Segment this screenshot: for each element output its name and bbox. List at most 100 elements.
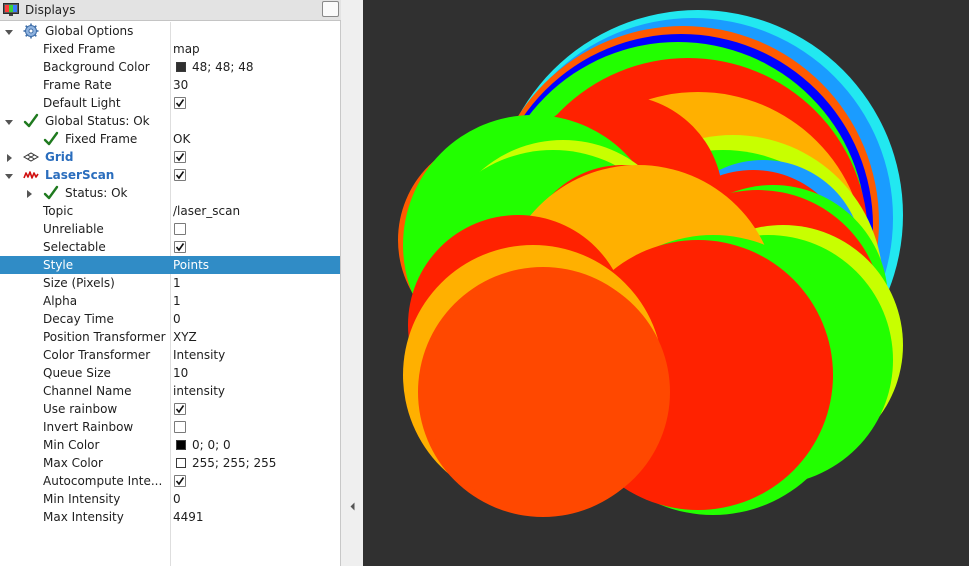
property-checkbox[interactable] [174,403,186,415]
property-row-status-fixed-frame[interactable]: Fixed Frame OK [0,130,340,148]
property-checkbox[interactable] [174,151,186,163]
property-row-queue-size[interactable]: Queue Size 10 [0,364,340,382]
property-row-global-status[interactable]: Global Status: Ok [0,112,340,130]
property-value[interactable]: Points [173,258,209,272]
property-value[interactable]: map [173,42,200,56]
expand-down-icon[interactable] [4,170,14,180]
property-name: Queue Size [43,366,111,380]
property-row-channel-name[interactable]: Channel Name intensity [0,382,340,400]
property-value[interactable]: /laser_scan [173,204,240,218]
color-swatch[interactable] [176,440,186,450]
property-row-style[interactable]: Style Points [0,256,340,274]
laserscan-point-cloud [398,10,903,517]
property-row-laserscan[interactable]: LaserScan [0,166,340,184]
scan-ring [426,270,670,514]
property-checkbox[interactable] [174,223,186,235]
property-value[interactable]: XYZ [173,330,197,344]
checkmark-icon [43,185,59,201]
property-row-color-transformer[interactable]: Color Transformer Intensity [0,346,340,364]
3d-render-view[interactable] [363,0,969,566]
property-checkbox[interactable] [174,421,186,433]
property-value[interactable]: intensity [173,384,225,398]
property-value[interactable]: 255; 255; 255 [192,456,276,470]
property-name: Size (Pixels) [43,276,115,290]
property-name: Status: Ok [65,186,128,200]
property-name: Grid [45,150,74,164]
panel-splitter[interactable] [341,0,363,566]
property-value[interactable]: 48; 48; 48 [192,60,254,74]
property-row-laser-status[interactable]: Status: Ok [0,184,340,202]
property-name: Global Status: Ok [45,114,150,128]
expand-right-icon[interactable] [24,188,34,198]
property-name: Invert Rainbow [43,420,134,434]
property-value[interactable]: 4491 [173,510,204,524]
property-name: Default Light [43,96,121,110]
property-row-selectable[interactable]: Selectable [0,238,340,256]
property-value[interactable]: 10 [173,366,188,380]
property-row-default-light[interactable]: Default Light [0,94,340,112]
property-name: Fixed Frame [43,42,116,56]
property-row-global-options[interactable]: Global Options [0,22,340,40]
panel-titlebar: Displays [0,0,341,21]
color-swatch[interactable] [176,458,186,468]
checkmark-icon [43,131,59,147]
property-row-min-color[interactable]: Min Color 0; 0; 0 [0,436,340,454]
property-value[interactable]: 30 [173,78,188,92]
expand-down-icon[interactable] [4,26,14,36]
property-name: Color Transformer [43,348,151,362]
property-tree: Global Options Fixed Frame map Background C… [0,22,340,526]
property-row-background-color[interactable]: Background Color 48; 48; 48 [0,58,340,76]
property-value[interactable]: 1 [173,276,181,290]
property-name: Global Options [45,24,134,38]
laserscan-icon [23,167,39,183]
property-name: Channel Name [43,384,132,398]
property-row-topic[interactable]: Topic/laser_scan [0,202,340,220]
property-name: Min Intensity [43,492,121,506]
color-swatch[interactable] [176,62,186,72]
property-name: LaserScan [45,168,115,182]
property-name: Max Intensity [43,510,124,524]
expand-right-icon[interactable] [4,152,14,162]
property-name: Style [43,258,74,272]
displays-panel: Displays Global Options Fixed Frame map Bac… [0,0,341,566]
property-value[interactable]: 0 [173,492,181,506]
property-value[interactable]: 0; 0; 0 [192,438,231,452]
expand-down-icon[interactable] [4,116,14,126]
property-name: Alpha [43,294,78,308]
collapse-arrow-icon[interactable] [350,502,355,511]
property-row-grid[interactable]: Grid [0,148,340,166]
property-checkbox[interactable] [174,475,186,487]
property-value[interactable]: 0 [173,312,181,326]
property-name: Selectable [43,240,106,254]
property-value[interactable]: 1 [173,294,181,308]
property-row-invert-rainbow[interactable]: Invert Rainbow [0,418,340,436]
property-name: Min Color [43,438,100,452]
property-row-alpha[interactable]: Alpha 1 [0,292,340,310]
property-checkbox[interactable] [174,169,186,181]
property-name: Autocompute Inte... [43,474,163,488]
property-row-unreliable[interactable]: Unreliable [0,220,340,238]
property-row-frame-rate[interactable]: Frame Rate 30 [0,76,340,94]
grid-icon [22,149,40,165]
property-name: Background Color [43,60,150,74]
property-row-use-rainbow[interactable]: Use rainbow [0,400,340,418]
property-checkbox[interactable] [174,241,186,253]
panel-title: Displays [25,3,76,17]
property-row-min-intensity[interactable]: Min Intensity 0 [0,490,340,508]
property-row-decay-time[interactable]: Decay Time 0 [0,310,340,328]
property-row-max-intensity[interactable]: Max Intensity 4491 [0,508,340,526]
property-row-fixed-frame[interactable]: Fixed Frame map [0,40,340,58]
property-value[interactable]: OK [173,132,190,146]
property-row-size-pixels[interactable]: Size (Pixels) 1 [0,274,340,292]
property-name: Fixed Frame [65,132,138,146]
property-name: Position Transformer [43,330,166,344]
property-value[interactable]: Intensity [173,348,225,362]
property-name: Use rainbow [43,402,118,416]
property-checkbox[interactable] [174,97,186,109]
property-row-autocompute-intensity[interactable]: Autocompute Inte... [0,472,340,490]
undock-button[interactable] [322,1,339,17]
property-name: Decay Time [43,312,114,326]
property-row-max-color[interactable]: Max Color 255; 255; 255 [0,454,340,472]
checkmark-icon [23,113,39,129]
property-row-position-transformer[interactable]: Position Transformer XYZ [0,328,340,346]
